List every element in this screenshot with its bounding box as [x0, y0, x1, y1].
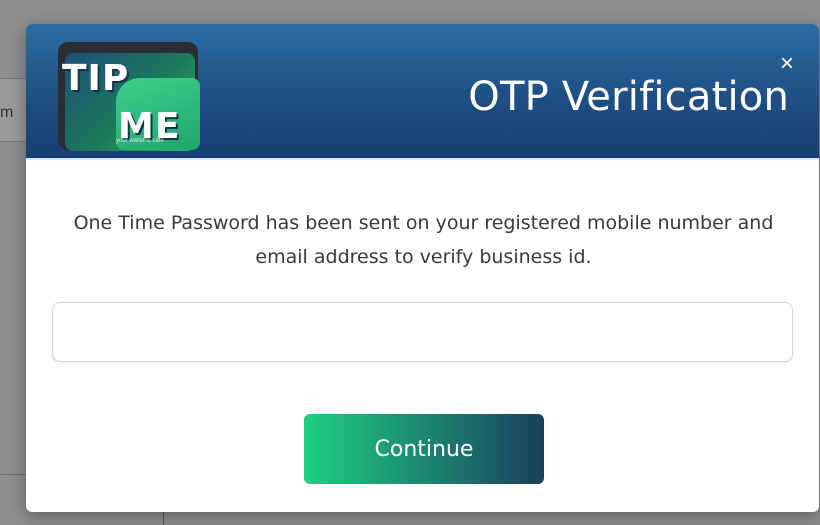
background-divider-vertical	[163, 512, 164, 525]
tipme-logo: TIP ME your wallet is safe	[56, 38, 202, 152]
otp-instructions: One Time Password has been sent on your …	[73, 212, 774, 268]
otp-modal: TIP ME your wallet is safe × OTP Verific…	[26, 24, 819, 512]
modal-title: OTP Verification	[468, 74, 789, 120]
continue-button[interactable]: Continue	[304, 414, 544, 484]
close-button[interactable]: ×	[775, 52, 799, 76]
otp-input[interactable]	[52, 302, 793, 362]
background-partial-label: m	[0, 104, 14, 121]
modal-header: TIP ME your wallet is safe × OTP Verific…	[26, 24, 819, 160]
logo-text-tip: TIP	[62, 58, 130, 99]
logo-tagline: your wallet is safe	[116, 138, 164, 144]
close-icon[interactable]: ×	[780, 50, 794, 77]
